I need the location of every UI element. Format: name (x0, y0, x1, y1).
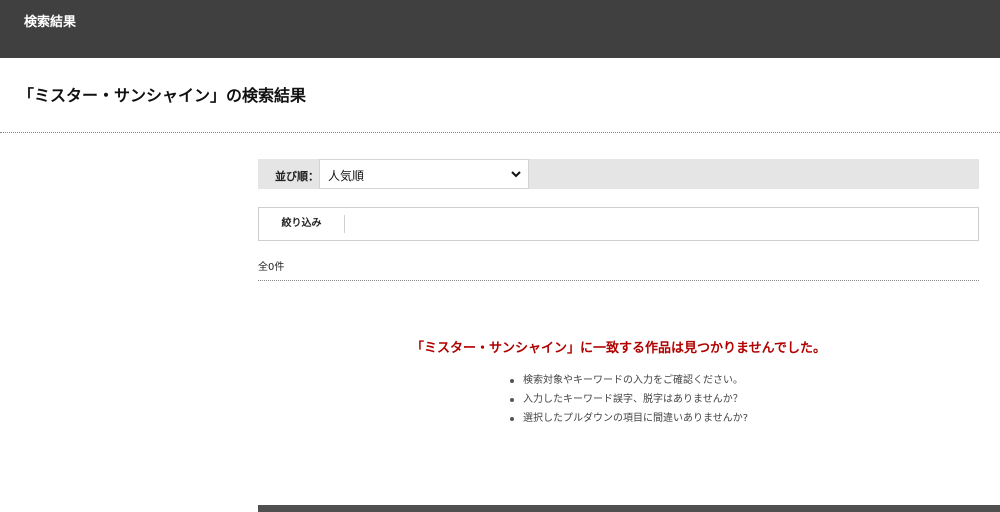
bullet-icon (510, 379, 514, 383)
list-item: 入力したキーワード誤字、脱字はありませんか？ (510, 390, 748, 409)
search-tips-list: 検索対象やキーワードの入力をご確認ください。 入力したキーワード誤字、脱字はあり… (510, 371, 748, 428)
tip-text: 選択したプルダウンの項目に間違いありませんか? (523, 413, 749, 424)
sort-label: 並び順： (275, 170, 319, 183)
sort-selected-value: 人気順 (328, 169, 365, 183)
header-title: 検索結果 (24, 15, 77, 30)
page-title: 「ミスター・サンシャイン」の検索結果 (18, 86, 307, 105)
count-divider (258, 280, 979, 281)
no-result-message: 「ミスター・サンシャイン」に一致する作品は見つかりませんでした。 (411, 341, 826, 356)
sort-select[interactable]: 人気順 (319, 159, 529, 189)
title-divider (0, 132, 1000, 133)
tip-text: 検索対象やキーワードの入力をご確認ください。 (523, 375, 743, 386)
filter-tab[interactable]: 絞り込み (259, 215, 345, 233)
tip-text: 入力したキーワード誤字、脱字はありませんか？ (523, 394, 743, 405)
list-item: 検索対象やキーワードの入力をご確認ください。 (510, 371, 748, 390)
chevron-down-icon (511, 171, 521, 178)
bullet-icon (510, 417, 514, 421)
footer-bar (258, 505, 1000, 512)
filter-box: 絞り込み (258, 207, 979, 241)
list-item: 選択したプルダウンの項目に間違いありませんか? (510, 409, 748, 428)
top-header-bar: 検索結果 (0, 0, 1000, 58)
bullet-icon (510, 398, 514, 402)
sort-bar: 並び順： 人気順 (258, 159, 979, 189)
result-count: 全0件 (258, 262, 285, 273)
